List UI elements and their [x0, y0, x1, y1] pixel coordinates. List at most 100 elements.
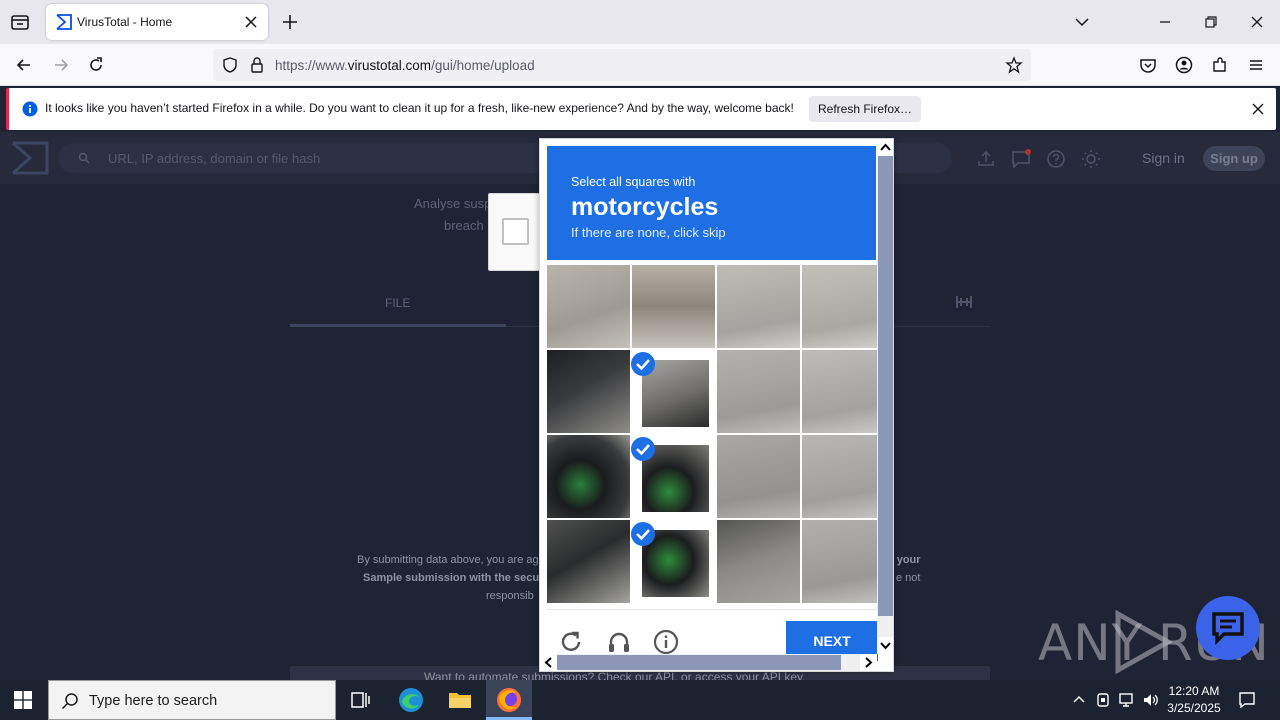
captcha-horizontal-scrollbar[interactable]	[540, 654, 877, 671]
captcha-tile-image	[632, 265, 715, 348]
help-icon[interactable]	[1046, 149, 1066, 169]
edge-browser-icon[interactable]	[397, 686, 425, 714]
captcha-tile-image	[547, 350, 630, 433]
captcha-vertical-scrollbar[interactable]	[877, 139, 893, 654]
windows-start-icon[interactable]	[14, 691, 32, 709]
back-icon[interactable]	[14, 55, 34, 75]
captcha-tile-1[interactable]	[547, 265, 630, 348]
windows-taskbar: Type here to search 12:20 AM 3/25/2025	[0, 680, 1280, 720]
menu-icon[interactable]	[1246, 55, 1266, 75]
sign-in-link[interactable]: Sign in	[1142, 150, 1185, 166]
horizontal-scroll-thumb[interactable]	[557, 655, 841, 670]
vt-intro-line2: breach	[444, 218, 484, 233]
url-bar[interactable]: https://www.virustotal.com/gui/home/uplo…	[213, 49, 1031, 81]
task-view-icon[interactable]	[346, 686, 374, 714]
captcha-tile-image	[717, 435, 800, 518]
tab-title: VirusTotal - Home	[77, 15, 173, 29]
captcha-tile-11[interactable]	[717, 435, 800, 518]
sign-up-button[interactable]: Sign up	[1203, 146, 1265, 171]
tab-virustotal[interactable]: VirusTotal - Home	[46, 4, 268, 40]
refresh-icon[interactable]	[558, 629, 584, 655]
captcha-tile-5[interactable]	[547, 350, 630, 433]
scroll-left-icon[interactable]	[540, 654, 557, 671]
bookmark-star-icon[interactable]	[1005, 56, 1023, 74]
chevron-down-icon[interactable]	[1072, 12, 1092, 32]
pocket-icon[interactable]	[1138, 55, 1158, 75]
captcha-tile-12[interactable]	[802, 435, 885, 518]
captcha-prompt: Select all squares with motorcycles If t…	[547, 146, 876, 260]
captcha-tile-image	[717, 350, 800, 433]
support-chat-button[interactable]	[1196, 596, 1260, 660]
search-icon	[78, 152, 90, 164]
tab-file[interactable]: FILE	[385, 296, 410, 310]
volume-icon[interactable]	[1142, 691, 1160, 709]
captcha-image-grid	[547, 265, 885, 605]
url-text[interactable]: https://www.virustotal.com/gui/home/uplo…	[275, 58, 535, 73]
captcha-tile-image	[547, 520, 630, 603]
captcha-instruction: Select all squares with	[571, 175, 696, 189]
clock-date: 3/25/2025	[1167, 701, 1221, 715]
tray-chevron-up-icon[interactable]	[1070, 691, 1088, 709]
network-icon[interactable]	[1118, 691, 1136, 709]
minimize-icon[interactable]	[1155, 12, 1175, 32]
captcha-tile-7[interactable]	[717, 350, 800, 433]
close-tab-icon[interactable]	[244, 15, 258, 29]
search-icon	[61, 693, 78, 710]
vt-search-placeholder: URL, IP address, domain or file hash	[108, 151, 321, 166]
info-icon[interactable]	[653, 629, 679, 655]
taskbar-clock[interactable]: 12:20 AM 3/25/2025	[1162, 683, 1226, 717]
captcha-skip-hint: If there are none, click skip	[571, 225, 726, 240]
theme-sun-icon[interactable]	[1081, 149, 1101, 169]
close-notification-icon[interactable]	[1251, 102, 1265, 116]
captcha-footer-divider	[547, 609, 877, 610]
firefox-icon[interactable]	[495, 686, 523, 714]
scroll-down-icon[interactable]	[877, 637, 893, 654]
scroll-up-icon[interactable]	[877, 139, 893, 156]
tab-list-icon[interactable]	[8, 10, 32, 34]
captcha-tile-image	[547, 435, 630, 518]
usb-device-icon[interactable]	[1094, 691, 1112, 709]
taskbar-search-input[interactable]: Type here to search	[48, 680, 336, 720]
scroll-right-icon[interactable]	[860, 654, 877, 671]
extensions-icon[interactable]	[1210, 55, 1230, 75]
captcha-tile-3[interactable]	[717, 265, 800, 348]
vt-intro-line1: Analyse susp	[414, 196, 492, 211]
selected-check-icon	[631, 437, 655, 461]
info-icon	[22, 101, 38, 117]
captcha-tile-9[interactable]	[547, 435, 630, 518]
browser-nav-bar: https://www.virustotal.com/gui/home/uplo…	[0, 44, 1280, 86]
captcha-tile-2[interactable]	[632, 265, 715, 348]
shield-icon[interactable]	[221, 56, 239, 74]
chat-bubble-icon	[1212, 612, 1244, 645]
terms-line3: responsib	[486, 590, 534, 602]
upload-icon[interactable]	[976, 149, 996, 169]
browser-tab-bar: VirusTotal - Home	[0, 0, 1280, 44]
vertical-scroll-thumb[interactable]	[878, 156, 893, 616]
lock-icon[interactable]	[249, 56, 265, 74]
chat-notification-icon[interactable]	[1011, 149, 1031, 169]
captcha-tile-13[interactable]	[547, 520, 630, 603]
account-icon[interactable]	[1174, 55, 1194, 75]
captcha-tile-image	[802, 435, 885, 518]
reload-icon[interactable]	[86, 55, 106, 75]
captcha-tile-16[interactable]	[802, 520, 885, 603]
captcha-tile-15[interactable]	[717, 520, 800, 603]
file-explorer-icon[interactable]	[446, 686, 474, 714]
refresh-firefox-button[interactable]: Refresh Firefox…	[809, 96, 921, 122]
firefox-refresh-notification: It looks like you haven’t started Firefo…	[6, 88, 1276, 130]
search-tab-icon[interactable]	[954, 294, 974, 310]
captcha-tile-8[interactable]	[802, 350, 885, 433]
virustotal-favicon-icon	[56, 14, 72, 30]
restore-icon[interactable]	[1201, 12, 1221, 32]
captcha-tile-image	[802, 350, 885, 433]
captcha-checkbox[interactable]	[502, 218, 529, 245]
selected-check-icon	[631, 522, 655, 546]
close-window-icon[interactable]	[1247, 12, 1267, 32]
virustotal-logo-icon[interactable]	[10, 140, 50, 176]
audio-challenge-icon[interactable]	[606, 629, 632, 655]
forward-icon[interactable]	[51, 55, 71, 75]
new-tab-icon[interactable]	[281, 13, 299, 31]
captcha-tile-4[interactable]	[802, 265, 885, 348]
terms-line2[interactable]: Sample submission with the secur	[363, 569, 543, 587]
notification-center-icon[interactable]	[1238, 691, 1256, 709]
